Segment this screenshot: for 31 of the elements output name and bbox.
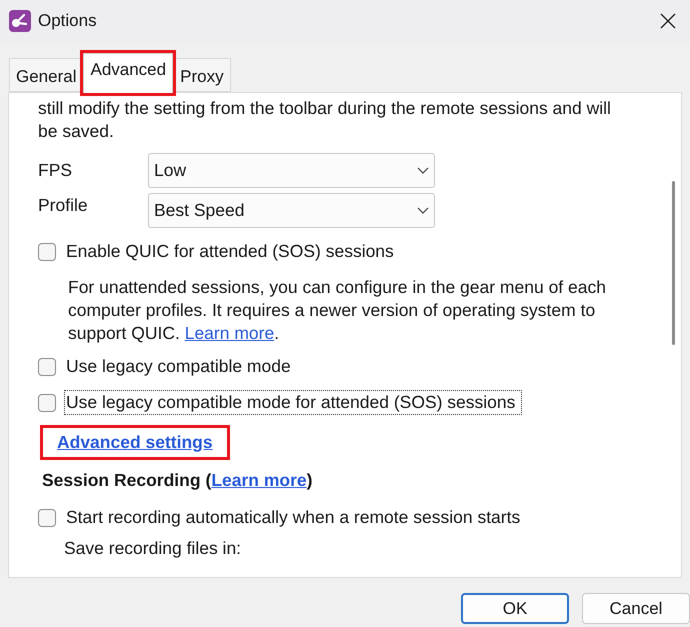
section-heading: Session Recording xyxy=(42,469,201,492)
checkbox[interactable] xyxy=(38,242,56,260)
tab[interactable]: Advanced xyxy=(83,53,174,93)
parenthesis: ) xyxy=(306,469,312,492)
checkbox[interactable] xyxy=(38,358,56,376)
checkbox[interactable] xyxy=(38,394,56,412)
dialog-button[interactable]: OK xyxy=(461,593,569,624)
learn-more-link[interactable]: Learn more xyxy=(184,323,274,343)
field-label: Profile xyxy=(38,194,89,217)
description-text: still modify the setting from the toolbar during the remote sessions and will be saved. xyxy=(38,97,612,143)
tab[interactable]: Proxy xyxy=(173,58,231,92)
dropdown[interactable]: Low xyxy=(148,153,435,188)
checkbox-label: Use legacy compatible mode xyxy=(65,355,292,378)
checkbox-label: Enable QUIC for attended (SOS) sessions xyxy=(66,240,394,263)
close-icon[interactable] xyxy=(660,13,676,29)
description-text: For unattended sessions, you can configure in the gear menu of each computer profiles. It requires a newer version of operating system to support QUIC. Learn more. xyxy=(68,276,607,345)
checkbox-label: Start recording automatically when a remote session starts xyxy=(66,506,520,529)
app-logo-icon xyxy=(9,10,31,32)
dialog-button[interactable]: Cancel xyxy=(582,593,690,624)
window-title: Options xyxy=(38,10,97,32)
chevron-down-icon xyxy=(417,206,429,214)
dropdown[interactable]: Best Speed xyxy=(148,193,435,228)
chevron-down-icon xyxy=(417,166,429,174)
learn-more-link[interactable]: Learn more xyxy=(211,469,307,492)
checkbox[interactable] xyxy=(38,508,56,526)
field-label: Save recording files in: xyxy=(64,537,242,560)
advanced-settings-link[interactable]: Advanced settings xyxy=(57,432,213,452)
checkbox-label: Use legacy compatible mode for attended (SOS) sessions xyxy=(65,391,522,414)
field-label: FPS xyxy=(38,159,74,182)
scrollbar-thumb[interactable] xyxy=(672,181,675,345)
parenthesis: ( xyxy=(206,469,212,492)
